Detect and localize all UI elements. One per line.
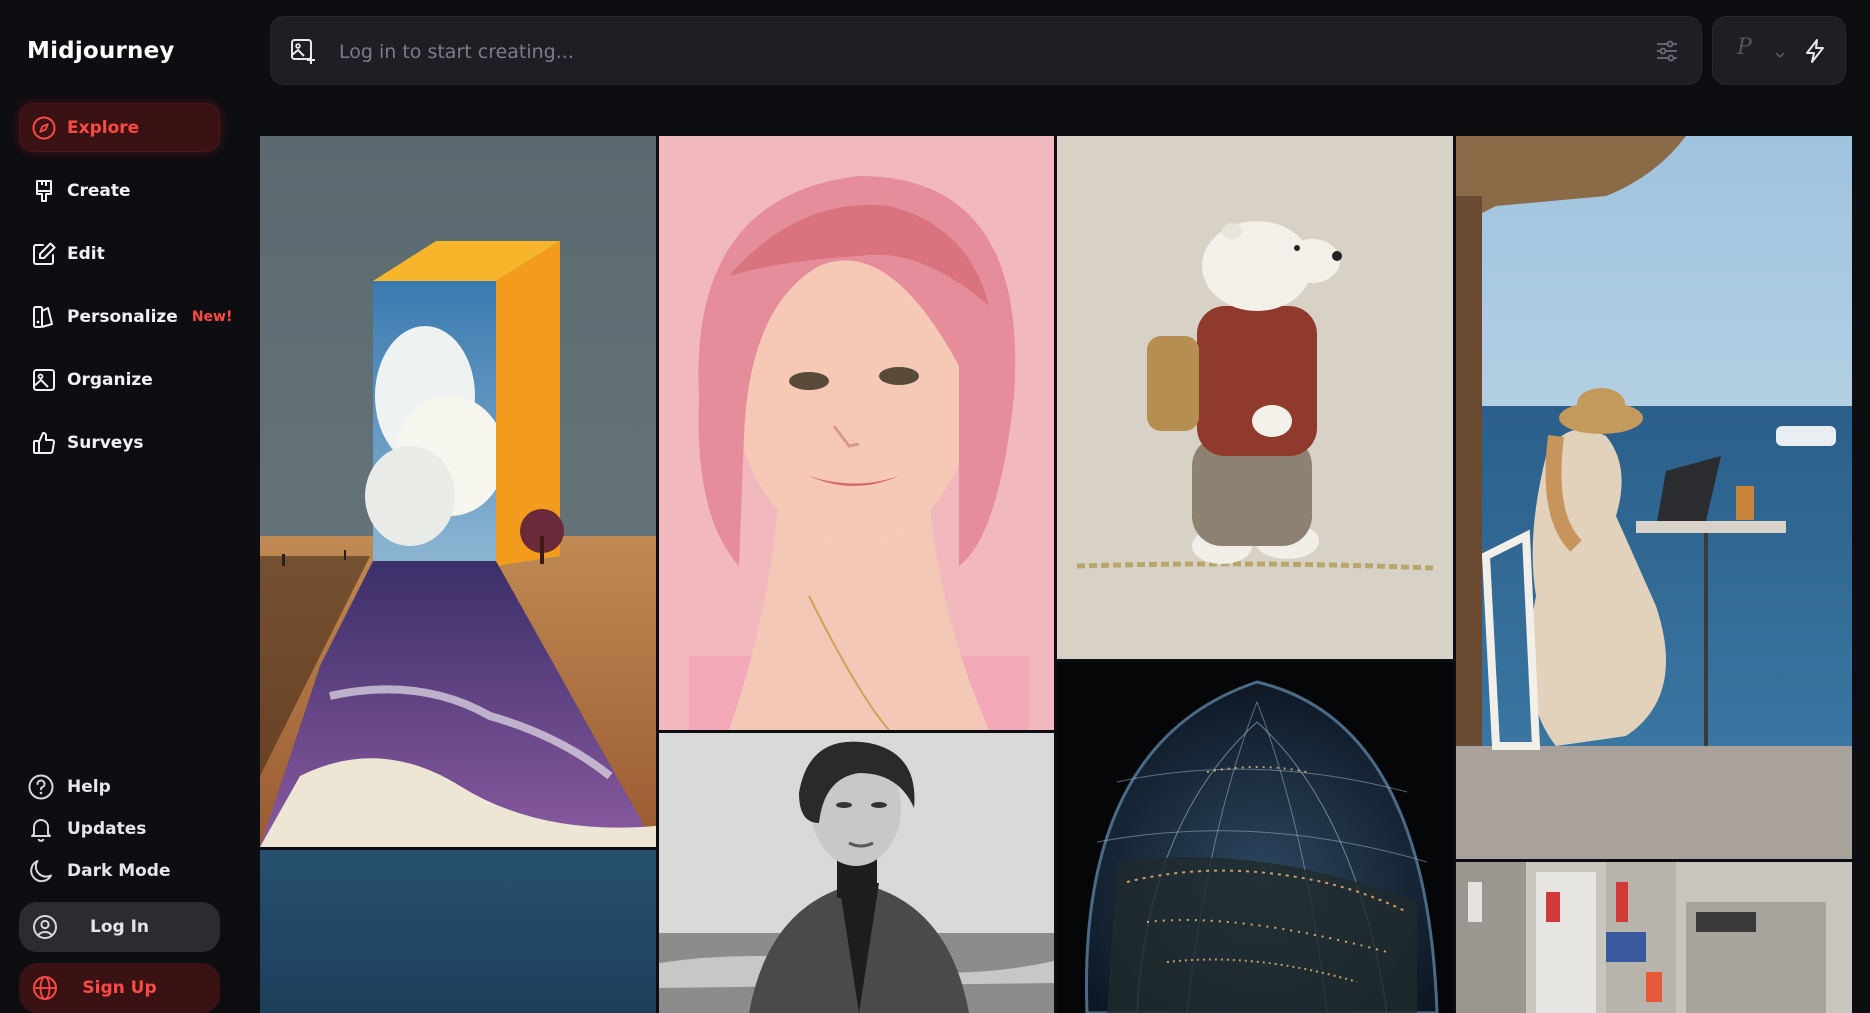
nav-item-organize[interactable]: Organize xyxy=(19,355,220,404)
chevron-down-icon xyxy=(1773,47,1787,61)
help-label: Help xyxy=(67,777,111,797)
gallery-image[interactable] xyxy=(659,733,1054,1013)
edit-icon xyxy=(31,241,57,267)
sidebar: Midjourney Explore Create Edit Personali… xyxy=(0,0,245,1013)
nav-item-label: Create xyxy=(67,180,131,201)
personalization-label: P xyxy=(1737,35,1752,60)
prompt-input[interactable] xyxy=(337,17,1581,86)
personalize-icon xyxy=(31,304,57,330)
new-badge: New! xyxy=(191,308,233,325)
signup-button[interactable]: Sign Up xyxy=(19,963,220,1013)
globe-icon xyxy=(31,974,59,1002)
settings-sliders-icon[interactable] xyxy=(1653,37,1681,65)
compass-icon xyxy=(31,115,57,141)
dark-mode-label: Dark Mode xyxy=(67,861,171,881)
nav-item-label: Surveys xyxy=(67,432,144,453)
help-icon xyxy=(27,773,55,801)
login-button[interactable]: Log In xyxy=(19,902,220,952)
nav-item-label: Personalize xyxy=(67,306,178,327)
gallery-image[interactable] xyxy=(1057,136,1453,659)
add-image-icon[interactable] xyxy=(289,37,317,65)
main-nav: Explore Create Edit Personalize New! Org… xyxy=(19,103,232,481)
nav-item-surveys[interactable]: Surveys xyxy=(19,418,220,467)
nav-item-personalize[interactable]: Personalize New! xyxy=(19,292,232,341)
prompt-bar xyxy=(270,16,1702,86)
bell-icon xyxy=(27,815,55,843)
help-link[interactable]: Help xyxy=(27,766,217,808)
moon-icon xyxy=(27,857,55,885)
nav-item-label: Edit xyxy=(67,243,105,264)
brand-logo[interactable]: Midjourney xyxy=(27,38,175,64)
gallery-image[interactable] xyxy=(260,850,656,1013)
gallery-image[interactable] xyxy=(1456,136,1852,859)
user-icon xyxy=(31,913,59,941)
paintbrush-icon xyxy=(31,178,57,204)
mode-selector[interactable]: P xyxy=(1712,16,1846,85)
gallery-image[interactable] xyxy=(1456,862,1852,1013)
nav-item-explore[interactable]: Explore xyxy=(19,103,220,152)
nav-item-edit[interactable]: Edit xyxy=(19,229,220,278)
dark-mode-toggle[interactable]: Dark Mode xyxy=(27,850,217,892)
updates-link[interactable]: Updates xyxy=(27,808,217,850)
nav-item-create[interactable]: Create xyxy=(19,166,220,215)
gallery-image[interactable] xyxy=(659,136,1054,730)
nav-item-label: Organize xyxy=(67,369,153,390)
nav-item-label: Explore xyxy=(67,117,140,138)
gallery-image[interactable] xyxy=(260,136,656,847)
gallery-image[interactable] xyxy=(1057,662,1453,1013)
image-icon xyxy=(31,367,57,393)
thumbs-up-icon xyxy=(31,430,57,456)
updates-label: Updates xyxy=(67,819,147,839)
secondary-nav: Help Updates Dark Mode xyxy=(27,766,217,892)
explore-gallery xyxy=(260,136,1852,1013)
lightning-icon[interactable] xyxy=(1801,37,1829,65)
